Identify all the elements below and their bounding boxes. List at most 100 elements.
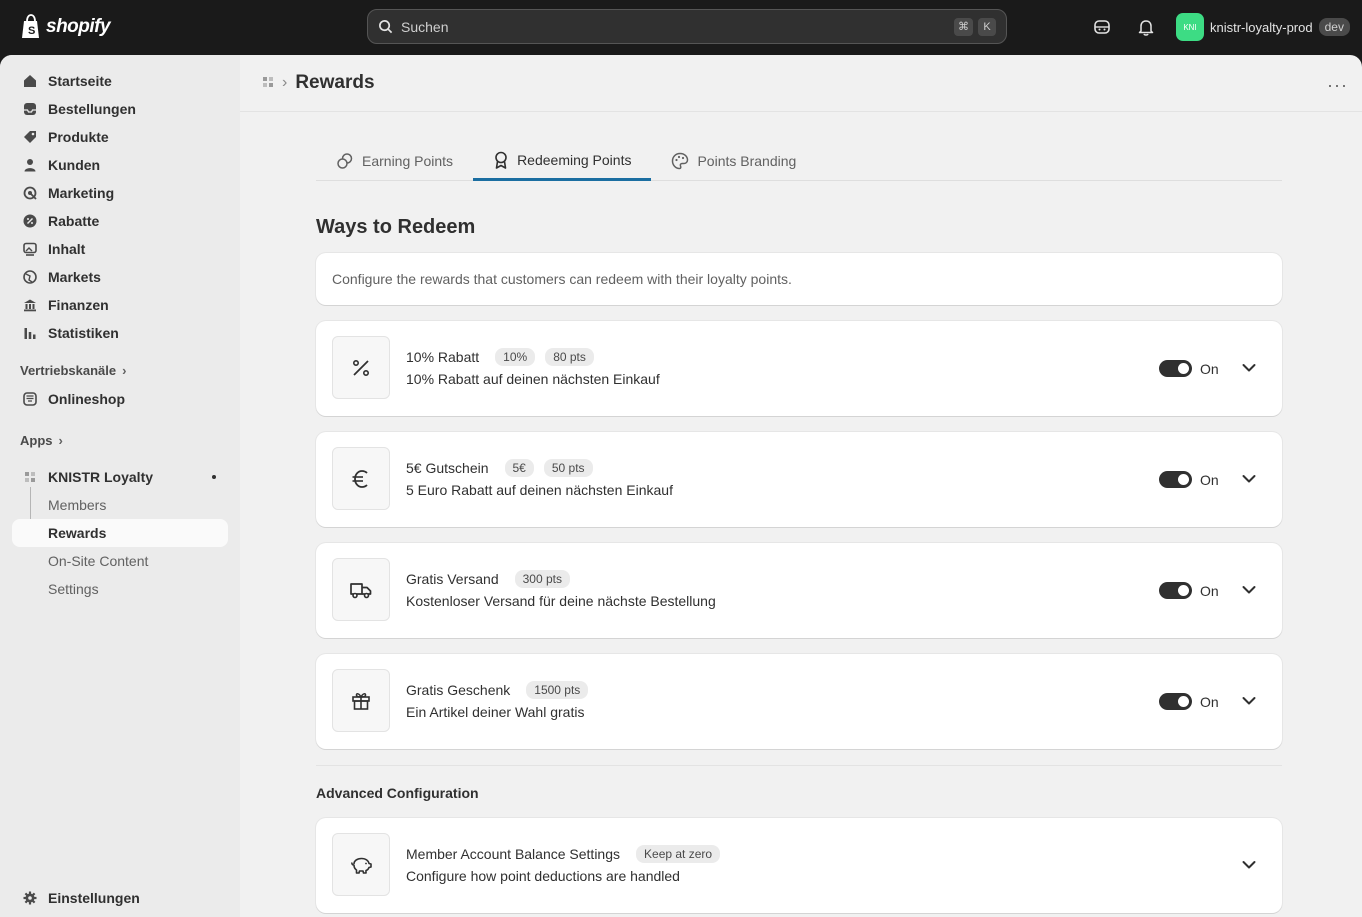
reward-status-label: On [1200,694,1219,710]
ribbon-icon [495,151,507,169]
more-actions-icon[interactable]: ··· [1327,75,1348,96]
reward-description: Kostenloser Versand für deine nächste Be… [406,593,716,609]
tab-label: Redeeming Points [517,151,632,168]
tab-earning-points[interactable]: Earning Points [316,141,473,181]
chevron-down-icon[interactable] [1241,360,1257,376]
apps-section[interactable]: Apps › [20,433,63,448]
piggy-bank-icon [332,833,390,896]
sidebar-subitem-members[interactable]: Members [12,491,228,519]
sidebar-item-startseite[interactable]: Startseite [12,67,228,95]
sidebar-item-label: Kunden [48,157,101,173]
page-header: › Rewards ··· [240,55,1362,112]
reward-points-badge: 50 pts [543,459,593,477]
reward-card[interactable]: Gratis Geschenk 1500 pts Ein Artikel dei… [316,654,1282,749]
reward-description: Ein Artikel deiner Wahl gratis [406,704,585,720]
shopify-bag-icon: S [22,14,39,38]
sidebar-item-einstellungen[interactable]: Einstellungen [12,884,228,912]
shortcut-k-key: K [978,17,996,36]
bell-icon[interactable] [1135,16,1157,38]
reward-points-badge: 80 pts [545,348,594,366]
bank-icon [22,297,38,313]
tab-label: Earning Points [362,153,454,169]
sidebar-item-inhalt[interactable]: Inhalt [12,235,228,263]
sidebar-item-label: Statistiken [48,325,119,341]
chevron-down-icon[interactable] [1241,582,1257,598]
reward-card[interactable]: 10% Rabatt 10% 80 pts 10% Rabatt auf dei… [316,321,1282,416]
ways-to-redeem-description: Configure the rewards that customers can… [316,253,1282,305]
reward-toggle[interactable] [1159,582,1192,599]
app-status-dot [212,475,216,479]
truck-icon [332,558,390,621]
sidebar-item-label: Onlineshop [48,391,125,407]
tab-bar: Earning Points Redeeming Points Points B… [316,141,1282,181]
euro-icon [332,447,390,510]
reward-title: 5€ Gutschein [406,460,489,476]
reward-value-badge: 5€ [504,459,534,477]
target-icon [22,185,38,201]
sidebar-item-rabatte[interactable]: Rabatte [12,207,228,235]
top-bar: S shopify Suchen ⌘ K KNI knistr-loyalty-… [0,0,1362,55]
sidebar-item-finanzen[interactable]: Finanzen [12,291,228,319]
sidebar-item-label: Marketing [48,185,115,201]
sidebar-item-onlineshop[interactable]: Onlineshop [12,385,228,413]
page-title: Rewards [295,72,375,93]
chevron-down-icon[interactable] [1241,693,1257,709]
sales-channels-label: Vertriebskanäle [20,363,117,378]
discount-icon [22,213,38,229]
sidebar-item-kunden[interactable]: Kunden [12,151,228,179]
reward-toggle[interactable] [1159,693,1192,710]
reward-points-badge: 1500 pts [526,681,589,699]
coins-icon [337,153,353,169]
sidebar-item-knistr-loyalty[interactable]: KNISTR Loyalty [12,463,228,491]
percent-icon [332,336,390,399]
inbox-icon [22,101,38,117]
shortcut-cmd-key: ⌘ [954,17,973,36]
ways-to-redeem-heading: Ways to Redeem [316,216,476,238]
reward-title: Gratis Geschenk [406,682,511,698]
reward-toggle[interactable] [1159,471,1192,488]
reward-toggle[interactable] [1159,360,1192,377]
person-icon [22,157,38,173]
sidekick-icon[interactable] [1091,16,1113,38]
search-bar[interactable]: Suchen ⌘ K [367,9,1007,44]
app-breadcrumb-icon[interactable] [262,76,274,91]
chevron-down-icon[interactable] [1241,471,1257,487]
sidebar-item-produkte[interactable]: Produkte [12,123,228,151]
chart-icon [22,325,38,341]
breadcrumb-separator: › [282,74,288,91]
tab-points-branding[interactable]: Points Branding [651,141,816,181]
sidebar-item-label: Finanzen [48,297,109,313]
reward-status-label: On [1200,472,1219,488]
sidebar-item-label: KNISTR Loyalty [48,469,154,485]
sidebar-item-label: Einstellungen [48,890,140,906]
store-switcher[interactable]: KNI knistr-loyalty-prod dev [1176,13,1350,41]
chevron-down-icon[interactable] [1241,857,1257,873]
image-icon [22,241,38,257]
reward-title: 10% Rabatt [406,349,480,365]
sidebar-subitem-rewards[interactable]: Rewards [12,519,228,547]
sidebar-item-marketing[interactable]: Marketing [12,179,228,207]
globe-icon [22,269,38,285]
sidebar-item-label: Markets [48,269,101,285]
sidebar-subitem-on-site-content[interactable]: On-Site Content [12,547,228,575]
sidebar-item-bestellungen[interactable]: Bestellungen [12,95,228,123]
sidebar-item-statistiken[interactable]: Statistiken [12,319,228,347]
reward-card[interactable]: Gratis Versand 300 pts Kostenloser Versa… [316,543,1282,638]
main-content: › Rewards ··· Earning Points Redeeming P… [240,55,1362,917]
reward-value-badge: 10% [495,348,536,366]
svg-text:S: S [28,25,35,37]
reward-title: Gratis Versand [406,571,499,587]
store-icon [22,391,38,407]
tab-redeeming-points[interactable]: Redeeming Points [473,141,652,181]
balance-settings-card[interactable]: Member Account Balance Settings Keep at … [316,818,1282,913]
reward-points-badge: 300 pts [514,570,570,588]
store-name: knistr-loyalty-prod [1210,19,1313,35]
sales-channels-section[interactable]: Vertriebskanäle › [20,363,126,378]
sidebar-item-markets[interactable]: Markets [12,263,228,291]
store-env-badge: dev [1318,18,1350,36]
sidebar-subitem-settings[interactable]: Settings [12,575,228,603]
app-icon [22,469,38,485]
reward-card[interactable]: 5€ Gutschein 5€ 50 pts 5 Euro Rabatt auf… [316,432,1282,527]
shopify-logo[interactable]: S shopify [20,14,111,40]
reward-description: 10% Rabatt auf deinen nächsten Einkauf [406,371,660,387]
